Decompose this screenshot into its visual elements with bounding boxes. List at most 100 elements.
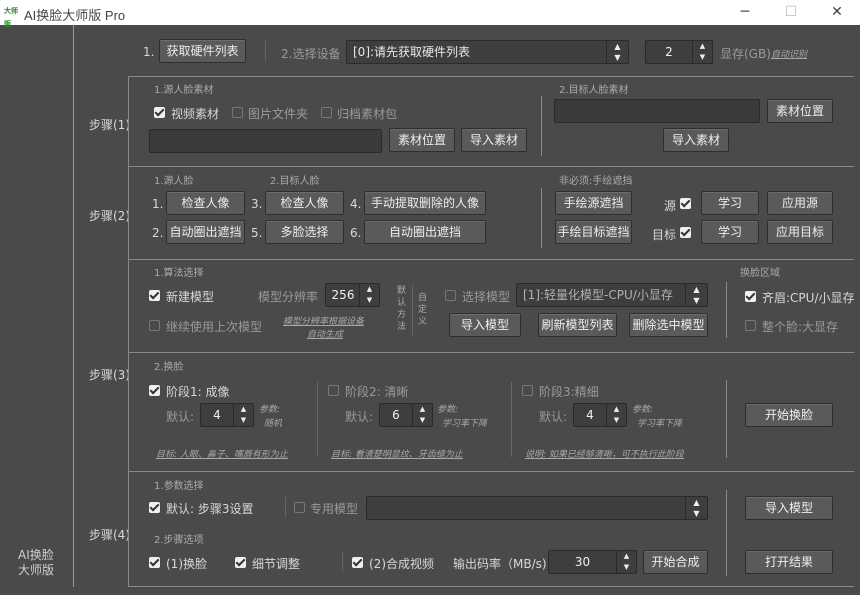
source-checkbox[interactable] [680,198,691,209]
stage1-value: 4 [213,408,221,422]
stage2-param-value: 学习率下降 [442,419,488,429]
spin-arrows-icon: ▲ ▼ [692,41,712,63]
start-swap-button[interactable]: 开始换脸 [745,403,833,427]
spin-arrows-icon: ▲ ▼ [359,284,379,306]
archive-pack-checkbox[interactable] [321,107,332,118]
check-face-button-2[interactable]: 检查人像 [265,191,344,215]
select-model-checkbox[interactable] [445,290,456,301]
steps-bracket [128,76,129,586]
vram-value: 2 [665,45,673,59]
delete-model-button[interactable]: 删除选中模型 [629,313,708,337]
hardware-separator [265,41,266,61]
target-import-button[interactable]: 导入素材 [663,128,729,152]
spin-arrows-icon: ▲ ▼ [412,404,432,426]
video-material-checkbox[interactable] [154,107,165,118]
stage1-spinbox[interactable]: 4 ▲ ▼ [200,403,254,427]
divider-5 [128,471,854,472]
auto-mask-button-1[interactable]: 自动圈出遮挡 [166,220,245,244]
full-face-checkbox[interactable] [745,320,756,331]
stage2-default-label: 默认: [345,410,374,424]
refresh-model-list-button[interactable]: 刷新模型列表 [538,313,617,337]
target-toggle-label: 目标 [652,228,677,242]
swap-title: 2.换脸 [154,362,184,373]
open-result-button[interactable]: 打开结果 [745,550,833,574]
device-select-value: [0]:请先获取硬件列表 [353,45,471,59]
apply-target-button[interactable]: 应用目标 [767,220,833,244]
n5-label: 5. [251,226,263,240]
default-setting-checkbox[interactable] [149,502,160,513]
import-model-button[interactable]: 导入模型 [449,313,521,337]
divider-1 [128,76,854,77]
params-separator [285,497,286,517]
step3-label: 步骤(3) [89,368,130,382]
maximize-button[interactable]: ☐ [768,0,814,25]
divider-4 [128,352,854,353]
opt-detail-checkbox[interactable] [235,557,246,568]
resolution-label: 模型分辨率 [258,290,319,304]
stage3-spinbox[interactable]: 4 ▲ ▼ [573,403,627,427]
vram-spinbox[interactable]: 2 ▲ ▼ [645,40,713,64]
select-model-label: 选择模型 [462,290,511,304]
optional-mask-title: 非必须:手绘遮挡 [559,176,633,187]
source-face-title: 1.源人脸 [154,176,194,187]
stage3-checkbox[interactable] [522,385,533,396]
params-title: 1.参数选择 [154,481,204,492]
opt-detail-label: 细节调整 [252,557,301,571]
window-title: AI换脸大师版 Pro [24,8,126,23]
sidebar-divider [73,25,74,587]
chevron-updown-icon: ▲ ▼ [606,41,628,63]
dedicated-model-select[interactable]: ▲ ▼ [366,496,708,520]
learn-button-1[interactable]: 学习 [701,191,759,215]
learn-button-2[interactable]: 学习 [701,220,759,244]
full-face-label: 整个脸:大显存 [762,320,839,334]
n4-label: 4. [350,197,362,211]
auto-detect-link[interactable]: 自动识别 [771,47,807,60]
stage2-spinbox[interactable]: 6 ▲ ▼ [379,403,433,427]
device-select[interactable]: [0]:请先获取硬件列表 ▲ ▼ [346,40,629,64]
dedicated-model-checkbox[interactable] [294,502,305,513]
source-import-button[interactable]: 导入素材 [461,128,527,152]
step3-separator [726,380,727,458]
stage3-default-label: 默认: [539,410,568,424]
stage1-checkbox[interactable] [149,385,160,396]
manual-extract-button[interactable]: 手动提取删除的人像 [364,191,486,215]
multi-face-button[interactable]: 多脸选择 [265,220,344,244]
dedicated-model-label: 专用模型 [310,502,359,516]
target-location-button[interactable]: 素材位置 [767,99,833,123]
stage2-value: 6 [392,408,400,422]
model-select[interactable]: [1]:轻量化模型-CPU/小显存 ▲ ▼ [516,283,708,307]
spin-arrows-icon: ▲ ▼ [606,404,626,426]
target-material-title: 2.目标人脸素材 [559,85,629,96]
continue-last-label: 继续使用上次模型 [166,320,263,334]
resolution-note-line1: 模型分辨率根据设备 [283,317,365,327]
vram-label: 显存(GB) [720,47,771,61]
minimize-button[interactable]: ─ [722,0,768,25]
continue-last-checkbox[interactable] [149,320,160,331]
source-location-button[interactable]: 素材位置 [389,128,455,152]
opt-video-checkbox[interactable] [352,557,363,568]
options-separator [342,551,343,571]
image-folder-checkbox[interactable] [232,107,243,118]
target-checkbox[interactable] [680,227,691,238]
step4-import-model-button[interactable]: 导入模型 [745,496,833,520]
resolution-spinbox[interactable]: 256 ▲ ▼ [325,283,380,307]
hardware-step1-num: 1. [143,45,155,59]
close-button[interactable]: ✕ [814,0,860,25]
new-model-checkbox[interactable] [149,290,160,301]
draw-target-mask-button[interactable]: 手绘目标遮挡 [555,220,632,244]
opt-swap-checkbox[interactable] [149,557,160,568]
draw-source-mask-button[interactable]: 手绘源遮挡 [555,191,632,215]
new-model-label: 新建模型 [166,290,215,304]
stage2-checkbox[interactable] [328,385,339,396]
start-compose-button[interactable]: 开始合成 [643,550,708,574]
stage2-goal: 目标: 看清楚明显纹、牙齿缝为止 [331,450,463,460]
source-path-field[interactable] [149,129,382,153]
target-path-field[interactable] [554,99,760,123]
eyebrow-region-checkbox[interactable] [745,291,756,302]
auto-mask-button-2[interactable]: 自动圈出遮挡 [364,220,486,244]
apply-source-button[interactable]: 应用源 [767,191,833,215]
bitrate-spinbox[interactable]: 30 ▲ ▼ [548,550,637,574]
get-hardware-list-button[interactable]: 获取硬件列表 [159,39,246,63]
stage3-label: 阶段3:精细 [539,385,599,399]
check-face-button-1[interactable]: 检查人像 [166,191,245,215]
